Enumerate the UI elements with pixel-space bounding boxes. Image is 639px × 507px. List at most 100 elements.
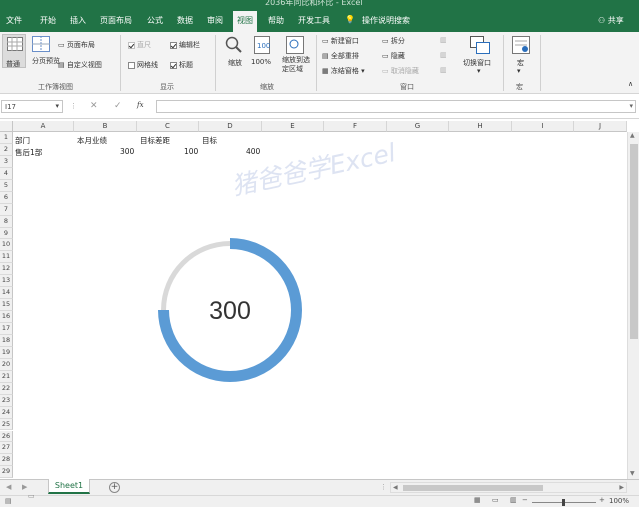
row-header-7[interactable]: 7 [0, 203, 13, 216]
macro-record-icon[interactable]: ▭ [28, 492, 35, 500]
row-header-8[interactable]: 8 [0, 215, 13, 228]
row-header-24[interactable]: 24 [0, 406, 13, 419]
row-header-13[interactable]: 13 [0, 275, 13, 288]
row-header-9[interactable]: 9 [0, 227, 13, 240]
cell-b1[interactable]: 本月业绩 [77, 135, 107, 146]
row-header-2[interactable]: 2 [0, 143, 13, 156]
cell-c2[interactable]: 100 [184, 147, 198, 156]
freeze-panes-button[interactable]: ▦ 冻结窗格 ▾ [322, 66, 365, 76]
row-header-5[interactable]: 5 [0, 179, 13, 192]
zoom-level[interactable]: 100% [609, 497, 629, 505]
gridlines-checkbox[interactable]: 网格线 [128, 60, 158, 70]
scroll-right-icon[interactable]: ▶ [619, 484, 624, 491]
formula-input[interactable]: ▾ [156, 100, 636, 113]
scroll-up-icon[interactable]: ▲ [630, 132, 635, 139]
cell-c1[interactable]: 目标差距 [140, 135, 170, 146]
cancel-icon[interactable]: ✕ [90, 101, 98, 111]
name-box[interactable]: I17 ▾ [1, 100, 63, 113]
column-header-b[interactable]: B [74, 121, 137, 132]
row-header-17[interactable]: 17 [0, 323, 13, 335]
tab-page-layout[interactable]: 页面布局 [100, 15, 132, 26]
zoom-slider[interactable] [532, 499, 596, 506]
row-header-28[interactable]: 28 [0, 454, 13, 467]
cell-a1[interactable]: 部门 [15, 135, 30, 146]
vertical-scroll-thumb[interactable] [630, 144, 638, 339]
unhide-button[interactable]: ▭ 取消隐藏 [382, 66, 419, 76]
switch-windows-button[interactable]: 切换窗口 ▾ [460, 34, 500, 80]
row-header-25[interactable]: 25 [0, 418, 13, 431]
cell-b2[interactable]: 300 [120, 147, 134, 156]
formula-bar-checkbox[interactable]: 编辑栏 [170, 40, 200, 50]
row-header-23[interactable]: 23 [0, 394, 13, 407]
row-header-26[interactable]: 26 [0, 430, 13, 443]
horizontal-scroll-thumb[interactable] [403, 485, 543, 491]
tell-me-search[interactable]: 操作说明搜索 [362, 15, 410, 26]
headings-checkbox[interactable]: 标题 [170, 60, 193, 70]
insert-function-button[interactable]: fx [137, 101, 144, 109]
row-header-16[interactable]: 16 [0, 311, 13, 324]
row-header-1[interactable]: 1 [0, 132, 13, 144]
tab-formulas[interactable]: 公式 [147, 15, 163, 26]
page-break-preview-button[interactable]: 分页预览 [29, 34, 60, 78]
zoom-to-selection-button[interactable]: 缩放到选定区域 [278, 34, 312, 80]
tab-view[interactable]: 视图 [233, 11, 257, 32]
tab-insert[interactable]: 插入 [70, 15, 86, 26]
zoom-slider-thumb[interactable] [562, 499, 565, 506]
new-window-button[interactable]: ▭ 新建窗口 [322, 36, 359, 46]
row-header-6[interactable]: 6 [0, 191, 13, 204]
scroll-left-icon[interactable]: ◀ [393, 484, 398, 491]
row-header-3[interactable]: 3 [0, 155, 13, 168]
macros-button[interactable]: 宏 ▾ [508, 34, 534, 80]
reset-position-icon[interactable]: ▥ [440, 66, 447, 74]
select-all-corner[interactable] [0, 121, 13, 132]
share-button[interactable]: ⚇ 共享 [598, 15, 624, 26]
prev-sheet-icon[interactable]: ◀ [6, 483, 11, 491]
add-sheet-icon[interactable]: + [109, 482, 120, 493]
ruler-checkbox[interactable]: 直尺 [128, 40, 151, 50]
horizontal-scrollbar[interactable]: ◀ ▶ [390, 482, 627, 493]
custom-views-button[interactable]: ▤ 自定义视图 [58, 60, 102, 70]
column-header-d[interactable]: D [199, 121, 262, 132]
column-header-g[interactable]: G [387, 121, 449, 132]
page-layout-status-icon[interactable]: ▭ [492, 496, 499, 504]
column-header-h[interactable]: H [449, 121, 512, 132]
row-header-20[interactable]: 20 [0, 358, 13, 371]
zoom-out-icon[interactable]: − [522, 496, 528, 504]
hide-button[interactable]: ▭ 隐藏 [382, 51, 405, 61]
row-header-10[interactable]: 10 [0, 239, 13, 252]
scroll-down-icon[interactable]: ▼ [630, 470, 635, 477]
tab-review[interactable]: 审阅 [207, 15, 223, 26]
vertical-scrollbar[interactable]: ▲ ▼ [627, 132, 639, 479]
collapse-ribbon-icon[interactable]: ∧ [628, 80, 633, 88]
row-header-14[interactable]: 14 [0, 287, 13, 300]
tab-split-icon[interactable]: ⋮ [380, 483, 387, 491]
zoom-button[interactable]: 缩放 [222, 34, 246, 78]
column-header-i[interactable]: I [512, 121, 574, 132]
zoom-in-icon[interactable]: + [599, 496, 605, 504]
column-header-a[interactable]: A [13, 121, 74, 132]
row-header-21[interactable]: 21 [0, 370, 13, 383]
page-break-status-icon[interactable]: ▥ [510, 496, 517, 504]
column-header-j[interactable]: J [574, 121, 627, 132]
tab-file[interactable]: 文件 [6, 15, 22, 26]
column-header-c[interactable]: C [137, 121, 199, 132]
normal-view-status-icon[interactable]: ▦ [474, 496, 481, 504]
row-header-27[interactable]: 27 [0, 442, 13, 455]
row-header-22[interactable]: 22 [0, 382, 13, 395]
cell-d2[interactable]: 400 [246, 147, 260, 156]
normal-view-button[interactable]: 普通 [2, 34, 26, 68]
row-header-15[interactable]: 15 [0, 299, 13, 312]
split-button[interactable]: ▭ 拆分 [382, 36, 405, 46]
enter-icon[interactable]: ✓ [114, 101, 122, 111]
arrange-all-button[interactable]: ▤ 全部重排 [322, 51, 359, 61]
cell-d1[interactable]: 目标 [202, 135, 217, 146]
page-layout-view-button[interactable]: ▭ 页面布局 [58, 40, 95, 50]
tab-developer[interactable]: 开发工具 [298, 15, 330, 26]
doughnut-chart[interactable]: 300 [150, 230, 310, 390]
tab-data[interactable]: 数据 [177, 15, 193, 26]
next-sheet-icon[interactable]: ▶ [22, 483, 27, 491]
zoom-100-button[interactable]: 100 100% [250, 34, 276, 78]
row-header-12[interactable]: 12 [0, 263, 13, 276]
tab-help[interactable]: 帮助 [268, 15, 284, 26]
row-header-29[interactable]: 29 [0, 466, 13, 479]
